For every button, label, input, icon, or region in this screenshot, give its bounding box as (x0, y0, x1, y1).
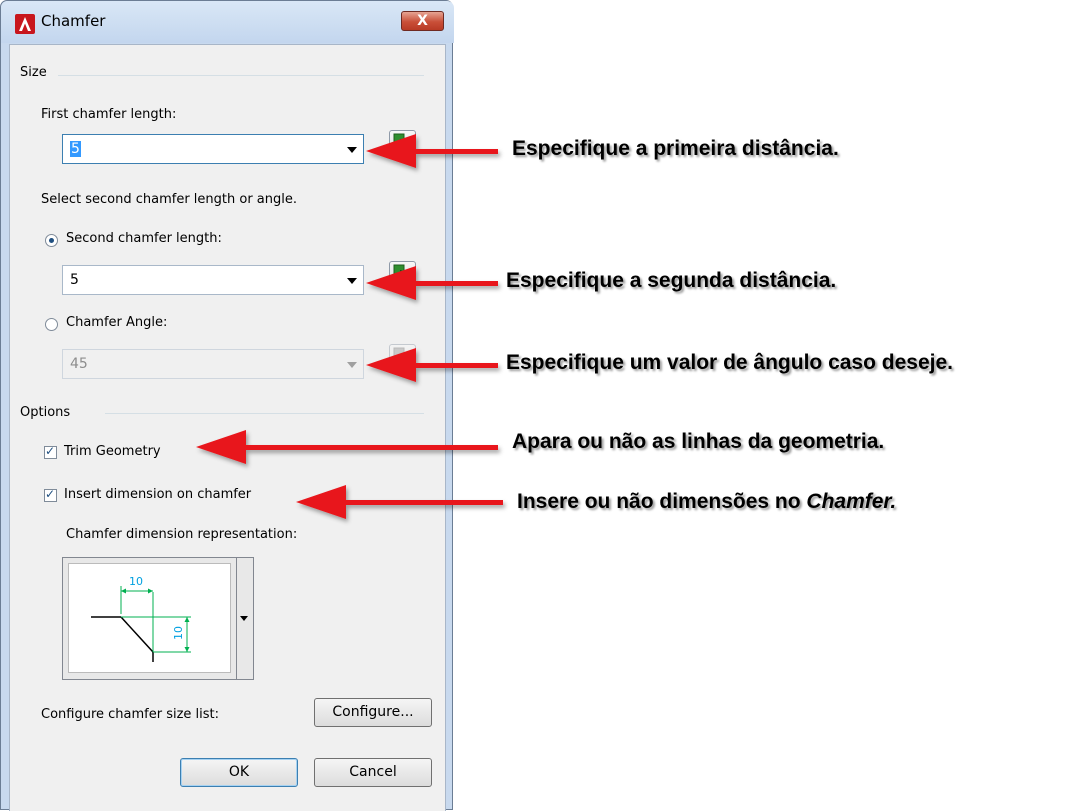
annotation-trim: Apara ou não as linhas da geometria. (512, 430, 885, 453)
annotation-insert-prefix: Insere ou não dimensões no (517, 490, 807, 513)
arrow-second-length (366, 266, 498, 300)
arrow-first-length (366, 134, 498, 168)
annotation-insert-emph: Chamfer. (806, 490, 897, 513)
arrow-insert-dimension (296, 485, 503, 519)
annotation-second-length: Especifique a segunda distância. (506, 269, 837, 292)
annotation-first-length: Especifique a primeira distância. (512, 137, 839, 160)
annotation-insert-dimension: Insere ou não dimensões no Chamfer. (517, 490, 896, 514)
annotation-arrows (196, 134, 503, 519)
arrow-angle (366, 348, 498, 382)
annotation-angle: Especifique um valor de ângulo caso dese… (506, 351, 953, 374)
arrow-trim (196, 430, 498, 464)
